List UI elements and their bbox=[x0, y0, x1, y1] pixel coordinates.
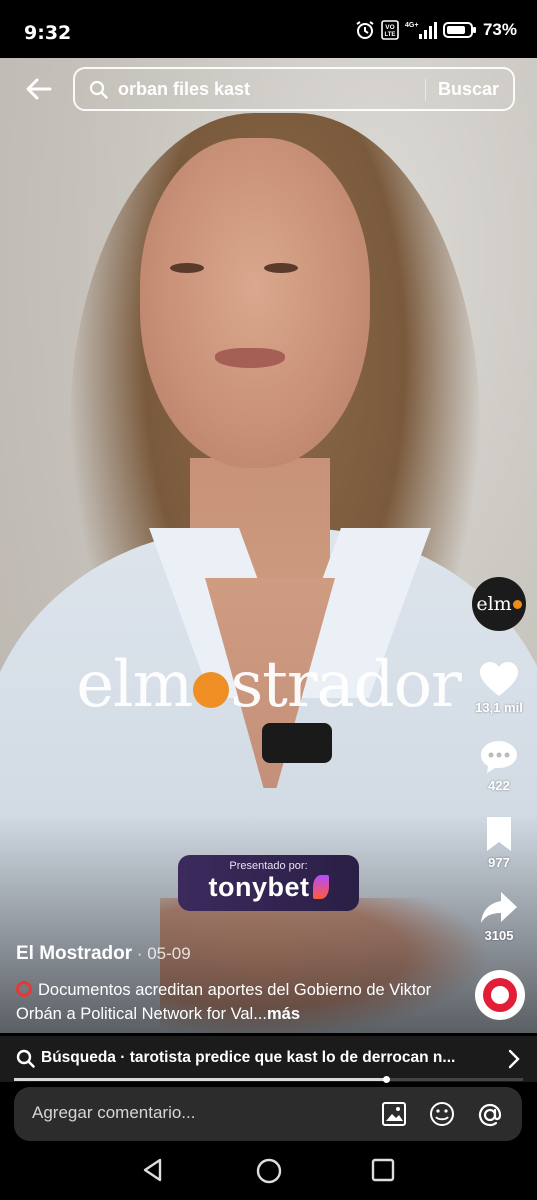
caption-more-link[interactable]: más bbox=[267, 1005, 300, 1023]
avatar-dot bbox=[512, 599, 522, 609]
sponsor-badge[interactable]: Presentado por: tonybet bbox=[178, 855, 359, 911]
svg-text:4G+: 4G+ bbox=[405, 22, 418, 29]
system-nav-bar bbox=[0, 1145, 537, 1200]
like-button[interactable]: 13,1 mil bbox=[468, 660, 530, 715]
alarm-icon bbox=[356, 21, 374, 39]
related-search-text: Búsqueda · tarotista predice que kast lo… bbox=[41, 1049, 456, 1066]
video-subject-mouth bbox=[215, 348, 285, 368]
search-button[interactable]: Buscar bbox=[438, 79, 499, 100]
video-subject-face bbox=[140, 138, 370, 468]
battery-percent: 73% bbox=[482, 20, 517, 39]
video-progress-bar[interactable] bbox=[14, 1076, 523, 1083]
sponsor-label: Presentado por: bbox=[229, 860, 308, 872]
brand-watermark: elm strador bbox=[76, 648, 461, 722]
save-count: 977 bbox=[488, 855, 510, 870]
search-input[interactable]: orban files kast bbox=[118, 79, 250, 100]
watermark-dot bbox=[193, 672, 230, 708]
volte-icon: VOLTE bbox=[381, 20, 399, 40]
status-icons: VO LTE 4G+ 73% bbox=[355, 20, 517, 40]
status-time: 9:32 bbox=[24, 22, 72, 44]
image-icon[interactable] bbox=[381, 1101, 407, 1127]
nav-back-icon[interactable] bbox=[140, 1157, 166, 1183]
nav-home-icon[interactable] bbox=[255, 1157, 283, 1185]
comments-button[interactable]: 422 bbox=[468, 738, 530, 793]
mention-icon[interactable] bbox=[476, 1101, 504, 1129]
comment-icon bbox=[481, 741, 517, 773]
status-bar: 9:32 VO LTE 4G+ 73% bbox=[0, 0, 537, 58]
comment-input[interactable]: Agregar comentario... bbox=[32, 1103, 195, 1123]
search-divider bbox=[425, 79, 426, 101]
like-count: 13,1 mil bbox=[475, 700, 523, 715]
share-count: 3105 bbox=[484, 928, 514, 943]
emoji-icon[interactable] bbox=[428, 1101, 456, 1127]
video-progress-fill bbox=[14, 1078, 386, 1081]
lapel-microphone bbox=[262, 723, 332, 763]
comment-count: 422 bbox=[488, 778, 510, 793]
video-caption[interactable]: Documentos acreditan aportes del Gobiern… bbox=[16, 978, 456, 1026]
share-button[interactable]: 3105 bbox=[468, 890, 530, 943]
music-disc-icon[interactable] bbox=[475, 970, 525, 1020]
music-disc-hole bbox=[491, 986, 509, 1004]
heart-icon bbox=[480, 662, 518, 696]
chevron-right-icon bbox=[508, 1049, 520, 1069]
save-button[interactable]: 977 bbox=[468, 815, 530, 870]
related-search-bar[interactable]: Búsqueda · tarotista predice que kast lo… bbox=[0, 1036, 537, 1082]
sponsor-brand: tonybet bbox=[178, 872, 359, 903]
svg-text:VO: VO bbox=[385, 24, 394, 31]
search-bar[interactable]: orban files kast Buscar bbox=[73, 67, 515, 111]
svg-text:LTE: LTE bbox=[385, 32, 396, 38]
post-date: · 05-09 bbox=[132, 944, 191, 963]
creator-avatar[interactable]: elm bbox=[472, 577, 526, 631]
battery-icon bbox=[442, 22, 476, 38]
share-icon bbox=[481, 892, 517, 923]
sponsor-logo-mark bbox=[312, 875, 329, 899]
author-name[interactable]: El Mostrador bbox=[16, 943, 132, 964]
author-line[interactable]: El Mostrador · 05-09 bbox=[16, 943, 191, 965]
search-icon bbox=[16, 1049, 35, 1068]
caption-text: Documentos acreditan aportes del Gobiern… bbox=[16, 981, 432, 1023]
nav-recents-icon[interactable] bbox=[370, 1157, 396, 1183]
signal-icon: 4G+ bbox=[405, 22, 437, 39]
bookmark-icon bbox=[487, 817, 511, 851]
video-progress-handle[interactable] bbox=[382, 1076, 390, 1083]
video-subject-eye-left bbox=[170, 263, 204, 273]
comment-bar[interactable]: Agregar comentario... bbox=[14, 1087, 522, 1141]
video-subject-eye-right bbox=[264, 263, 298, 273]
red-circle-emoji-icon bbox=[16, 981, 32, 997]
search-icon bbox=[89, 80, 108, 99]
back-arrow-icon[interactable] bbox=[22, 72, 56, 106]
